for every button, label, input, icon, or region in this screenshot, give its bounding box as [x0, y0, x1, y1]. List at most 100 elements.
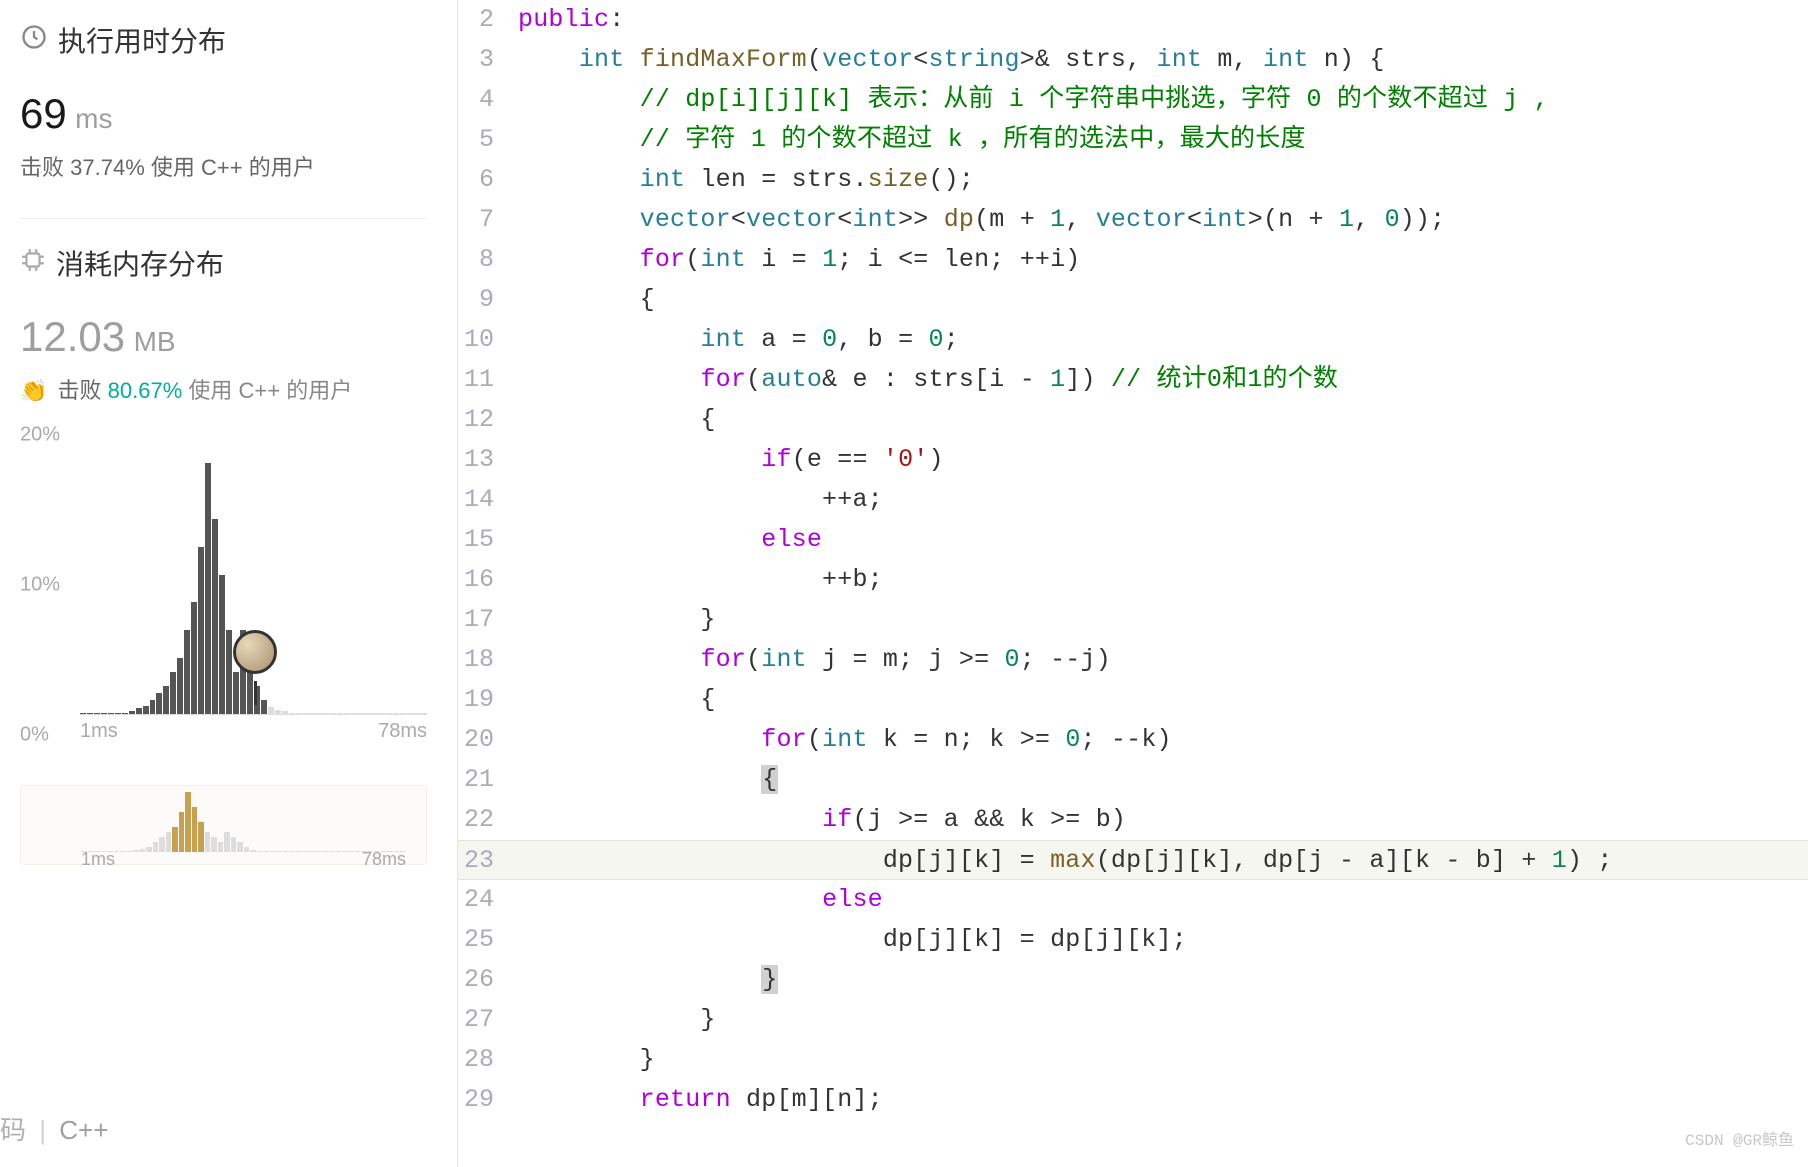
histogram-bar[interactable] — [87, 713, 93, 714]
code-content[interactable]: for(int k = n; k >= 0; --k) — [518, 720, 1808, 760]
histogram-bar[interactable] — [205, 463, 211, 714]
tab-code[interactable]: 码 — [0, 1115, 26, 1145]
histogram-bar[interactable] — [275, 710, 281, 714]
histogram-bar[interactable] — [191, 602, 197, 714]
code-content[interactable]: else — [518, 520, 1808, 560]
code-content[interactable]: // dp[i][j][k] 表示：从前 i 个字符串中挑选，字符 0 的个数不… — [518, 80, 1808, 120]
histogram-bar[interactable] — [177, 658, 183, 714]
histogram-bar[interactable] — [129, 711, 135, 714]
user-avatar-marker[interactable] — [233, 630, 277, 674]
code-line[interactable]: 9 { — [458, 280, 1808, 320]
histogram-bar[interactable] — [156, 693, 162, 714]
histogram-bar[interactable] — [337, 713, 343, 714]
histogram-bar[interactable] — [108, 713, 114, 714]
histogram-bar[interactable] — [421, 713, 427, 714]
code-content[interactable]: for(int j = m; j >= 0; --j) — [518, 640, 1808, 680]
histogram-bar[interactable] — [261, 700, 267, 714]
code-line[interactable]: 7 vector<vector<int>> dp(m + 1, vector<i… — [458, 200, 1808, 240]
code-content[interactable]: { — [518, 280, 1808, 320]
histogram-bar[interactable] — [393, 713, 399, 714]
histogram-bar[interactable] — [198, 547, 204, 714]
code-editor[interactable]: 2public:3 int findMaxForm(vector<string>… — [458, 0, 1808, 1167]
code-line[interactable]: 22 if(j >= a && k >= b) — [458, 800, 1808, 840]
code-content[interactable]: dp[j][k] = dp[j][k]; — [518, 920, 1808, 960]
code-content[interactable]: for(int i = 1; i <= len; ++i) — [518, 240, 1808, 280]
histogram-bar[interactable] — [143, 706, 149, 714]
code-line[interactable]: 28 } — [458, 1040, 1808, 1080]
mini-bar[interactable] — [192, 807, 198, 852]
histogram-bar[interactable] — [414, 713, 420, 714]
histogram-bar[interactable] — [296, 713, 302, 714]
runtime-histogram[interactable]: 20% 10% 0% 1ms 78ms — [20, 435, 427, 735]
code-line[interactable]: 5 // 字符 1 的个数不超过 k ，所有的选法中，最大的长度 — [458, 120, 1808, 160]
code-line[interactable]: 18 for(int j = m; j >= 0; --j) — [458, 640, 1808, 680]
code-line[interactable]: 2public: — [458, 0, 1808, 40]
code-line[interactable]: 25 dp[j][k] = dp[j][k]; — [458, 920, 1808, 960]
histogram-bar[interactable] — [268, 707, 274, 714]
code-content[interactable]: public: — [518, 0, 1808, 40]
histogram-bar[interactable] — [115, 713, 121, 714]
code-content[interactable]: { — [518, 760, 1808, 800]
code-content[interactable]: // 字符 1 的个数不超过 k ，所有的选法中，最大的长度 — [518, 120, 1808, 160]
mini-bar[interactable] — [185, 792, 191, 852]
histogram-bar[interactable] — [101, 713, 107, 714]
code-content[interactable]: dp[j][k] = max(dp[j][k], dp[j - a][k - b… — [518, 841, 1808, 881]
histogram-bar[interactable] — [170, 672, 176, 714]
code-content[interactable]: return dp[m][n]; — [518, 1080, 1808, 1120]
code-line[interactable]: 4 // dp[i][j][k] 表示：从前 i 个字符串中挑选，字符 0 的个… — [458, 80, 1808, 120]
code-content[interactable]: } — [518, 960, 1808, 1000]
mini-histogram[interactable]: 1ms 78ms — [20, 785, 427, 865]
histogram-bar[interactable] — [379, 713, 385, 714]
code-content[interactable]: int a = 0, b = 0; — [518, 320, 1808, 360]
histogram-bar[interactable] — [330, 713, 336, 714]
code-content[interactable]: for(auto& e : strs[i - 1]) // 统计0和1的个数 — [518, 360, 1808, 400]
tab-cpp[interactable]: C++ — [59, 1115, 108, 1145]
histogram-bar[interactable] — [386, 713, 392, 714]
histogram-bar[interactable] — [226, 630, 232, 714]
histogram-bar[interactable] — [94, 713, 100, 714]
code-content[interactable]: if(j >= a && k >= b) — [518, 800, 1808, 840]
histogram-bar[interactable] — [309, 713, 315, 714]
code-line[interactable]: 11 for(auto& e : strs[i - 1]) // 统计0和1的个… — [458, 360, 1808, 400]
histogram-bar[interactable] — [365, 713, 371, 714]
code-line[interactable]: 14 ++a; — [458, 480, 1808, 520]
histogram-bar[interactable] — [407, 713, 413, 714]
code-line[interactable]: 21 { — [458, 760, 1808, 800]
code-content[interactable]: } — [518, 1000, 1808, 1040]
code-line[interactable]: 19 { — [458, 680, 1808, 720]
code-content[interactable]: ++b; — [518, 560, 1808, 600]
code-line[interactable]: 26 } — [458, 960, 1808, 1000]
code-line[interactable]: 24 else — [458, 880, 1808, 920]
code-line[interactable]: 3 int findMaxForm(vector<string>& strs, … — [458, 40, 1808, 80]
histogram-bar[interactable] — [122, 713, 128, 714]
histogram-bar[interactable] — [316, 713, 322, 714]
code-content[interactable]: { — [518, 680, 1808, 720]
code-line[interactable]: 16 ++b; — [458, 560, 1808, 600]
code-content[interactable]: int len = strs.size(); — [518, 160, 1808, 200]
code-content[interactable]: if(e == '0') — [518, 440, 1808, 480]
histogram-bar[interactable] — [372, 713, 378, 714]
histogram-bar[interactable] — [80, 713, 86, 714]
mini-bar[interactable] — [198, 822, 204, 852]
code-line[interactable]: 10 int a = 0, b = 0; — [458, 320, 1808, 360]
histogram-bar[interactable] — [184, 630, 190, 714]
code-content[interactable]: ++a; — [518, 480, 1808, 520]
code-content[interactable]: else — [518, 880, 1808, 920]
histogram-bar[interactable] — [282, 711, 288, 714]
code-content[interactable]: { — [518, 400, 1808, 440]
code-line[interactable]: 13 if(e == '0') — [458, 440, 1808, 480]
histogram-bar[interactable] — [344, 713, 350, 714]
code-content[interactable]: } — [518, 1040, 1808, 1080]
histogram-bar[interactable] — [163, 686, 169, 714]
code-line[interactable]: 20 for(int k = n; k >= 0; --k) — [458, 720, 1808, 760]
code-content[interactable]: } — [518, 600, 1808, 640]
histogram-bar[interactable] — [233, 672, 239, 714]
code-content[interactable]: int findMaxForm(vector<string>& strs, in… — [518, 40, 1808, 80]
mini-bar[interactable] — [179, 812, 185, 852]
code-line[interactable]: 15 else — [458, 520, 1808, 560]
code-line[interactable]: 8 for(int i = 1; i <= len; ++i) — [458, 240, 1808, 280]
histogram-bar[interactable] — [219, 575, 225, 715]
histogram-bar[interactable] — [136, 708, 142, 714]
histogram-bar[interactable] — [323, 713, 329, 714]
histogram-bar[interactable] — [351, 713, 357, 714]
